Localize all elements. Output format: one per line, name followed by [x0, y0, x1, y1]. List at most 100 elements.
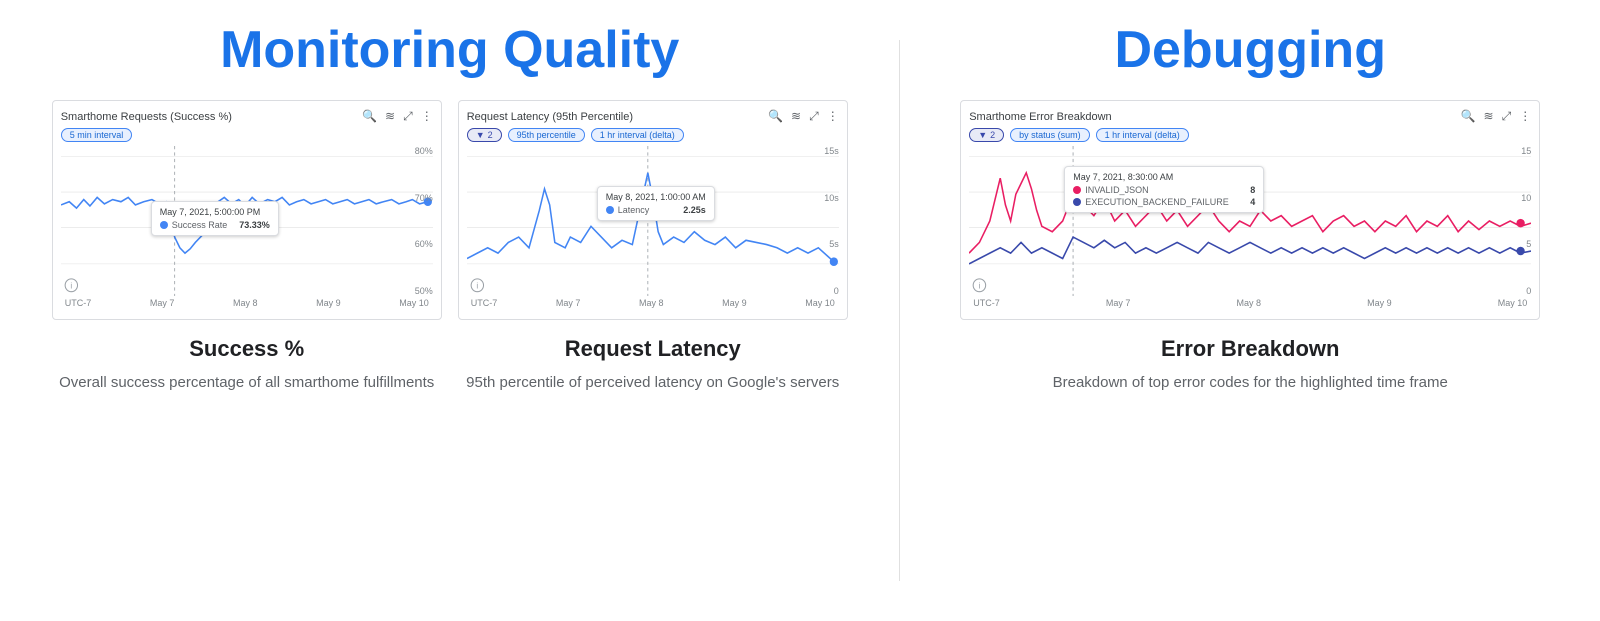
- debugging-metrics-row: Error Breakdown Breakdown of top error c…: [930, 336, 1570, 395]
- x-labels-latency: UTC-7 May 7 May 8 May 9 May 10: [467, 298, 839, 308]
- metric-success: Success % Overall success percentage of …: [52, 336, 442, 395]
- svg-text:i: i: [979, 280, 981, 290]
- filter-tag-percentile[interactable]: 95th percentile: [508, 128, 585, 142]
- x-label: May 10: [805, 298, 835, 308]
- error-chart-area: i 15 10 5 0 May 7, 2021, 8:30:00 AM INVA…: [969, 146, 1531, 296]
- filter-tag-count[interactable]: ▼ 2: [969, 128, 1004, 142]
- y-labels-latency: 15s 10s 5s 0: [824, 146, 839, 296]
- tooltip-row: Success Rate 73.33%: [160, 220, 270, 230]
- chart-icons-latency: 🔍 ≋ ⤢ ⋮: [768, 109, 839, 124]
- x-label: May 9: [316, 298, 341, 308]
- tooltip-row-invalid: INVALID_JSON 8: [1073, 185, 1255, 195]
- search-icon[interactable]: 🔍: [362, 109, 377, 124]
- y-label: 10s: [824, 193, 839, 203]
- chart-filters-error: ▼ 2 by status (sum) 1 hr interval (delta…: [969, 128, 1531, 142]
- tooltip-date: May 8, 2021, 1:00:00 AM: [606, 192, 706, 202]
- more-icon[interactable]: ⋮: [827, 109, 839, 124]
- chart-icons-error: 🔍 ≋ ⤢ ⋮: [1461, 109, 1532, 124]
- x-label: UTC-7: [973, 298, 1000, 308]
- success-rate-card: Smarthome Requests (Success %) 🔍 ≋ ⤢ ⋮ 5…: [52, 100, 442, 320]
- x-labels-error: UTC-7 May 7 May 8 May 9 May 10: [969, 298, 1531, 308]
- y-label: 0: [1521, 286, 1531, 296]
- y-label: 10: [1521, 193, 1531, 203]
- tooltip-value: 2.25s: [675, 205, 706, 215]
- debugging-section: Debugging Smarthome Error Breakdown 🔍 ≋ …: [900, 20, 1600, 601]
- filter-icon[interactable]: ≋: [385, 109, 395, 124]
- y-label: 80%: [415, 146, 433, 156]
- filter-icon-small: ▼: [476, 130, 485, 140]
- expand-icon[interactable]: ⤢: [809, 109, 819, 124]
- y-label: 70%: [415, 193, 433, 203]
- y-label: 15: [1521, 146, 1531, 156]
- tooltip-date: May 7, 2021, 8:30:00 AM: [1073, 172, 1255, 182]
- filter-tag-interval[interactable]: 1 hr interval (delta): [1096, 128, 1189, 142]
- chart-title-error: Smarthome Error Breakdown: [969, 111, 1111, 123]
- filter-tag-interval[interactable]: 5 min interval: [61, 128, 133, 142]
- svg-text:i: i: [476, 280, 478, 290]
- filter-tag-count[interactable]: ▼ 2: [467, 128, 502, 142]
- filter-icon[interactable]: ≋: [791, 109, 801, 124]
- tooltip-row-exec: EXECUTION_BACKEND_FAILURE 4: [1073, 197, 1255, 207]
- chart-icons-success: 🔍 ≋ ⤢ ⋮: [362, 109, 433, 124]
- y-label: 0: [824, 286, 839, 296]
- latency-tooltip: May 8, 2021, 1:00:00 AM Latency 2.25s: [597, 186, 715, 221]
- metric-title-latency: Request Latency: [458, 336, 848, 362]
- x-label: May 8: [639, 298, 664, 308]
- tooltip-row: Latency 2.25s: [606, 205, 706, 215]
- tooltip-date: May 7, 2021, 5:00:00 PM: [160, 207, 270, 217]
- chart-filters-success: 5 min interval: [61, 128, 433, 142]
- metric-desc-success: Overall success percentage of all smarth…: [52, 372, 442, 395]
- chart-header-success: Smarthome Requests (Success %) 🔍 ≋ ⤢ ⋮: [61, 109, 433, 124]
- x-label: May 10: [1498, 298, 1528, 308]
- search-icon[interactable]: 🔍: [768, 109, 783, 124]
- y-labels-error: 15 10 5 0: [1521, 146, 1531, 296]
- metric-title-success: Success %: [52, 336, 442, 362]
- filter-count: 2: [990, 130, 995, 140]
- y-label: 50%: [415, 286, 433, 296]
- x-label: May 9: [722, 298, 747, 308]
- y-label: 5s: [824, 239, 839, 249]
- metric-desc-error: Breakdown of top error codes for the hig…: [960, 372, 1540, 395]
- latency-chart-svg: i: [467, 146, 839, 296]
- tooltip-value-invalid: 8: [1242, 185, 1255, 195]
- y-labels-success: 80% 70% 60% 50%: [415, 146, 433, 296]
- expand-icon[interactable]: ⤢: [1502, 109, 1512, 124]
- x-label: May 7: [1106, 298, 1131, 308]
- x-labels-success: UTC-7 May 7 May 8 May 9 May 10: [61, 298, 433, 308]
- expand-icon[interactable]: ⤢: [403, 109, 413, 124]
- monitoring-charts-row: Smarthome Requests (Success %) 🔍 ≋ ⤢ ⋮ 5…: [30, 100, 869, 320]
- search-icon[interactable]: 🔍: [1461, 109, 1476, 124]
- metric-latency: Request Latency 95th percentile of perce…: [458, 336, 848, 395]
- tooltip-label: Success Rate: [172, 220, 228, 230]
- chart-header-error: Smarthome Error Breakdown 🔍 ≋ ⤢ ⋮: [969, 109, 1531, 124]
- success-tooltip: May 7, 2021, 5:00:00 PM Success Rate 73.…: [151, 201, 279, 236]
- page-wrapper: Monitoring Quality Smarthome Requests (S…: [0, 0, 1600, 621]
- monitoring-title: Monitoring Quality: [220, 20, 679, 80]
- latency-card: Request Latency (95th Percentile) 🔍 ≋ ⤢ …: [458, 100, 848, 320]
- tooltip-dot: [606, 206, 614, 214]
- filter-tag-status[interactable]: by status (sum): [1010, 128, 1090, 142]
- error-tooltip: May 7, 2021, 8:30:00 AM INVALID_JSON 8 E…: [1064, 166, 1264, 213]
- tooltip-label: Latency: [618, 205, 650, 215]
- y-label: 5: [1521, 239, 1531, 249]
- metric-desc-latency: 95th percentile of perceived latency on …: [458, 372, 848, 395]
- tooltip-dot: [160, 221, 168, 229]
- y-label: 15s: [824, 146, 839, 156]
- more-icon[interactable]: ⋮: [421, 109, 433, 124]
- more-icon[interactable]: ⋮: [1519, 109, 1531, 124]
- monitoring-metrics-row: Success % Overall success percentage of …: [30, 336, 869, 395]
- x-label: May 10: [399, 298, 429, 308]
- tooltip-label-exec: EXECUTION_BACKEND_FAILURE: [1085, 197, 1229, 207]
- filter-tag-interval[interactable]: 1 hr interval (delta): [591, 128, 684, 142]
- filter-icon[interactable]: ≋: [1484, 109, 1494, 124]
- chart-filters-latency: ▼ 2 95th percentile 1 hr interval (delta…: [467, 128, 839, 142]
- debugging-charts-row: Smarthome Error Breakdown 🔍 ≋ ⤢ ⋮ ▼ 2 by…: [930, 100, 1570, 320]
- monitoring-section: Monitoring Quality Smarthome Requests (S…: [0, 20, 899, 601]
- x-label: UTC-7: [65, 298, 92, 308]
- x-label: May 8: [233, 298, 258, 308]
- chart-title-latency: Request Latency (95th Percentile): [467, 111, 633, 123]
- filter-icon-small: ▼: [978, 130, 987, 140]
- tooltip-label-invalid: INVALID_JSON: [1085, 185, 1148, 195]
- metric-error: Error Breakdown Breakdown of top error c…: [960, 336, 1540, 395]
- chart-header-latency: Request Latency (95th Percentile) 🔍 ≋ ⤢ …: [467, 109, 839, 124]
